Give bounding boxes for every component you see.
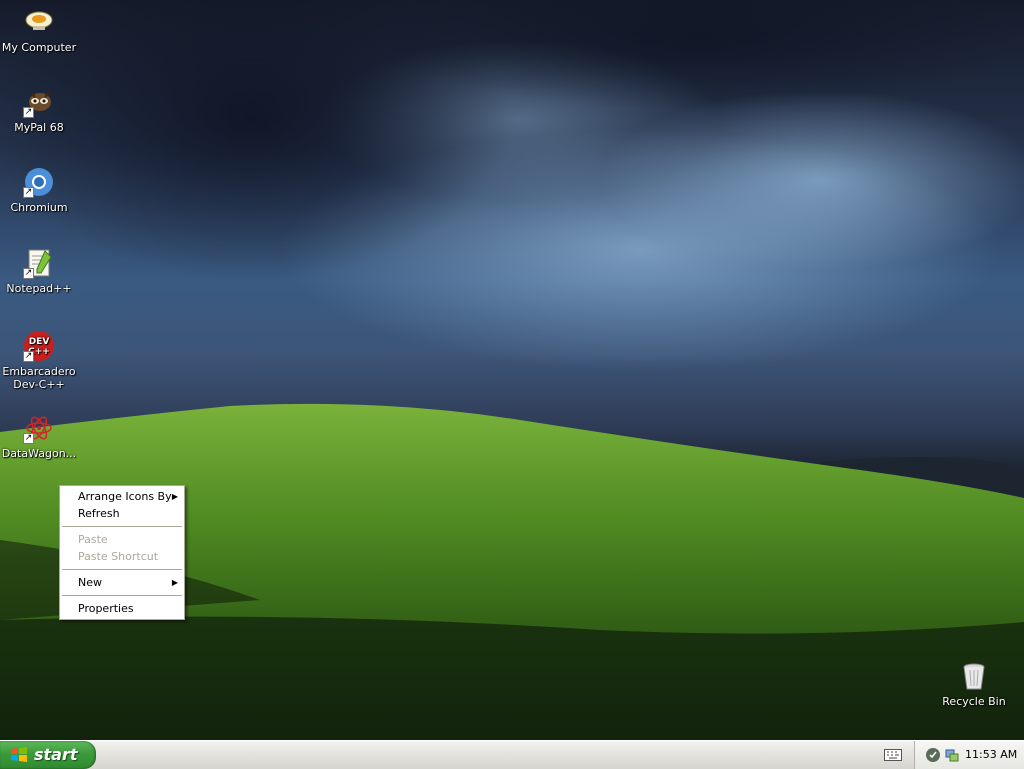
security-shield-icon[interactable] — [925, 747, 941, 763]
datawagon-icon: ↗ — [23, 412, 55, 444]
submenu-arrow-icon: ▶ — [171, 578, 178, 587]
desktop-icon-label: My Computer — [1, 41, 77, 54]
menu-separator — [62, 595, 182, 596]
svg-text:DEV: DEV — [29, 337, 50, 347]
mypal-icon: ↗ — [23, 86, 55, 118]
menu-item-new[interactable]: New ▶ — [60, 574, 184, 591]
shortcut-arrow-icon: ↗ — [23, 268, 34, 279]
shortcut-arrow-icon: ↗ — [23, 351, 34, 362]
shortcut-arrow-icon: ↗ — [23, 187, 34, 198]
submenu-arrow-icon: ▶ — [171, 492, 178, 501]
desktop-icon-mypal[interactable]: ↗ MyPal 68 — [1, 86, 77, 134]
desktop-icon-recycle-bin[interactable]: Recycle Bin — [936, 660, 1012, 708]
my-computer-icon — [23, 6, 55, 38]
menu-item-arrange-icons-by[interactable]: Arrange Icons By ▶ — [60, 488, 184, 505]
menu-item-properties[interactable]: Properties — [60, 600, 184, 617]
desktop-icon-chromium[interactable]: ↗ Chromium — [1, 166, 77, 214]
desktop-icon-label: DataWagon... — [1, 447, 77, 460]
menu-item-label: Refresh — [78, 507, 120, 520]
desktop-context-menu: Arrange Icons By ▶ Refresh Paste Paste S… — [59, 485, 185, 620]
keyboard-icon[interactable] — [884, 748, 902, 762]
menu-item-label: Properties — [78, 602, 134, 615]
desktop-icon-label: Recycle Bin — [942, 695, 1006, 708]
desktop-icon-label: Notepad++ — [6, 282, 72, 295]
menu-separator — [62, 569, 182, 570]
desktop[interactable]: My Computer ↗ MyPal 68 ↗ Chromium ↗ Note… — [0, 0, 1024, 740]
desktop-icon-my-computer[interactable]: My Computer — [1, 6, 77, 54]
desktop-icon-label: Embarcadero Dev-C++ — [2, 365, 76, 391]
clock[interactable]: 11:53 AM — [965, 748, 1017, 761]
menu-item-paste: Paste — [60, 531, 184, 548]
dev-cpp-icon: DEV C++ ↗ — [23, 330, 55, 362]
menu-item-label: New — [78, 576, 102, 589]
menu-item-label: Paste Shortcut — [78, 550, 159, 563]
desktop-icon-datawagon[interactable]: ↗ DataWagon... — [1, 412, 77, 460]
menu-item-label: Paste — [78, 533, 108, 546]
windows-flag-icon — [11, 747, 27, 762]
desktop-icon-notepad-plus-plus[interactable]: ↗ Notepad++ — [1, 247, 77, 295]
network-icon[interactable] — [944, 747, 960, 763]
menu-item-refresh[interactable]: Refresh — [60, 505, 184, 522]
start-button[interactable]: start — [0, 741, 96, 769]
chromium-icon: ↗ — [23, 166, 55, 198]
shortcut-arrow-icon: ↗ — [23, 107, 34, 118]
wallpaper — [0, 0, 1024, 740]
desktop-icon-label: MyPal 68 — [14, 121, 64, 134]
system-tray: 11:53 AM — [914, 741, 1024, 769]
desktop-icon-label: Chromium — [10, 201, 68, 214]
shortcut-arrow-icon: ↗ — [23, 433, 34, 444]
taskbar: start 11:53 AM — [0, 740, 1024, 769]
start-label: start — [34, 745, 78, 764]
notepad-plus-plus-icon: ↗ — [23, 247, 55, 279]
menu-item-paste-shortcut: Paste Shortcut — [60, 548, 184, 565]
recycle-bin-icon — [958, 660, 990, 692]
menu-separator — [62, 526, 182, 527]
menu-item-label: Arrange Icons By — [78, 490, 172, 503]
desktop-icon-dev-cpp[interactable]: DEV C++ ↗ Embarcadero Dev-C++ — [1, 330, 77, 391]
